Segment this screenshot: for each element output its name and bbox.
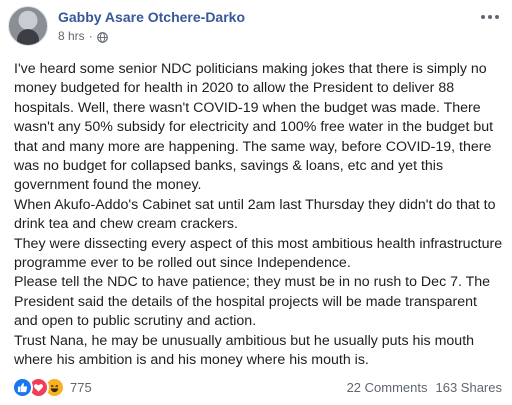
post-subline: 8 hrs · [58,28,245,44]
comments-link[interactable]: 22 Comments [347,380,428,395]
post-header: Gabby Asare Otchere-Darko 8 hrs · [8,6,245,46]
like-icon [12,376,33,398]
separator-dot: · [88,29,93,43]
post-paragraph: Trust Nana, he may be unusually ambitiou… [14,332,475,369]
reactions[interactable]: 775 [12,376,92,398]
author-name[interactable]: Gabby Asare Otchere-Darko [58,8,245,26]
more-options-icon[interactable] [478,10,502,24]
post-paragraph: When Akufo-Addo's Cabinet sat until 2am … [14,196,496,233]
shares-link[interactable]: 163 Shares [436,380,503,395]
post-paragraph: They were dissecting every aspect of thi… [14,235,503,272]
post-paragraph: I've heard some senior NDC politicians m… [14,61,494,194]
post-body: I've heard some senior NDC politicians m… [14,60,504,371]
post-meta: Gabby Asare Otchere-Darko 8 hrs · [58,8,245,44]
post-footer: 775 22 Comments 163 Shares [12,376,503,398]
reaction-count: 775 [70,379,92,395]
post-paragraph: Please tell the NDC to have patience; th… [14,274,491,330]
facebook-post: Gabby Asare Otchere-Darko 8 hrs · I've h… [0,0,512,405]
avatar[interactable] [8,6,48,46]
globe-icon [96,31,108,43]
post-time[interactable]: 8 hrs [58,28,85,44]
